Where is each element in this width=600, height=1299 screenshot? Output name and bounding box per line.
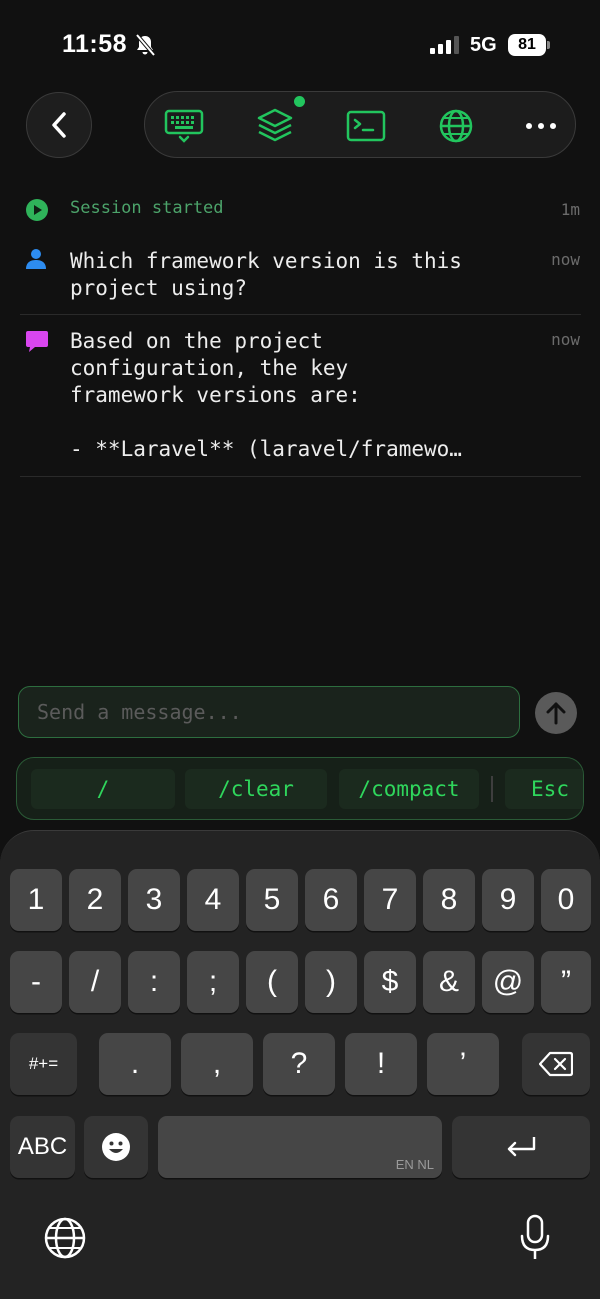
signal-icon (430, 36, 459, 54)
key-exclamation[interactable]: ! (345, 1033, 417, 1095)
chat-bubble-icon (26, 331, 48, 352)
key-5[interactable]: 5 (246, 869, 298, 931)
keyboard-button[interactable] (164, 106, 204, 146)
keyboard-icon (164, 109, 204, 143)
command-clear-button[interactable]: /clear (185, 769, 327, 809)
divider (20, 476, 581, 477)
key-slash[interactable]: / (69, 951, 121, 1013)
key-close-paren[interactable]: ) (305, 951, 357, 1013)
chevron-left-icon (52, 112, 66, 138)
key-symbols-toggle[interactable]: #+= (10, 1033, 77, 1095)
microphone-icon[interactable] (518, 1214, 552, 1262)
commands-separator (491, 776, 493, 802)
key-semicolon[interactable]: ; (187, 951, 239, 1013)
status-bar: 11:58 5G 81 (0, 0, 600, 90)
key-dollar[interactable]: $ (364, 951, 416, 1013)
key-3[interactable]: 3 (128, 869, 180, 931)
return-icon (507, 1137, 536, 1157)
key-1[interactable]: 1 (10, 869, 62, 931)
play-icon (26, 199, 48, 221)
key-period[interactable]: . (99, 1033, 171, 1095)
command-slash-button[interactable]: / (31, 769, 175, 809)
command-compact-button[interactable]: /compact (339, 769, 479, 809)
key-comma[interactable]: , (181, 1033, 253, 1095)
session-time: 1m (560, 200, 580, 219)
divider (20, 314, 581, 315)
key-quote[interactable]: ” (541, 951, 591, 1013)
key-backspace[interactable] (522, 1033, 590, 1095)
key-8[interactable]: 8 (423, 869, 475, 931)
key-space[interactable]: EN NL (158, 1116, 442, 1178)
notification-dot (294, 96, 305, 107)
message-input[interactable] (18, 686, 520, 738)
back-button[interactable] (26, 92, 92, 158)
key-hyphen[interactable]: - (10, 951, 62, 1013)
quick-commands-bar: / /clear /compact Esc (16, 757, 584, 820)
user-icon (26, 249, 46, 269)
key-ampersand[interactable]: & (423, 951, 475, 1013)
terminal-button[interactable] (346, 106, 386, 146)
message-time: now (551, 250, 580, 269)
more-icon (526, 123, 556, 129)
arrow-up-icon (546, 702, 566, 725)
command-esc-button[interactable]: Esc (505, 769, 583, 809)
key-apostrophe[interactable]: ’ (427, 1033, 499, 1095)
key-0[interactable]: 0 (541, 869, 591, 931)
key-abc[interactable]: ABC (10, 1116, 75, 1178)
globe-icon (439, 109, 473, 143)
toolbar (144, 91, 576, 158)
key-9[interactable]: 9 (482, 869, 534, 931)
keyboard: 1 2 3 4 5 6 7 8 9 0 - / : ; ( ) $ & @ ” … (0, 830, 600, 1299)
bell-muted-icon (135, 33, 156, 57)
key-2[interactable]: 2 (69, 869, 121, 931)
keyboard-language-label: EN NL (395, 1157, 434, 1172)
key-open-paren[interactable]: ( (246, 951, 298, 1013)
key-6[interactable]: 6 (305, 869, 357, 931)
send-button[interactable] (535, 692, 577, 734)
key-at[interactable]: @ (482, 951, 534, 1013)
battery-indicator: 81 (508, 34, 546, 56)
layers-icon (257, 108, 293, 142)
terminal-icon (346, 110, 386, 142)
battery-tip (547, 41, 550, 49)
message-text: Which framework version is this project … (70, 249, 462, 300)
key-4[interactable]: 4 (187, 869, 239, 931)
backspace-icon (539, 1051, 573, 1077)
session-status: Session started (70, 198, 224, 218)
message-text: Based on the project configuration, the … (70, 329, 462, 461)
key-emoji[interactable] (84, 1116, 148, 1178)
key-7[interactable]: 7 (364, 869, 416, 931)
globe-keyboard-icon[interactable] (43, 1216, 87, 1260)
more-button[interactable] (521, 106, 561, 146)
emoji-icon (102, 1133, 130, 1161)
key-question[interactable]: ? (263, 1033, 335, 1095)
key-colon[interactable]: : (128, 951, 180, 1013)
network-label: 5G (470, 34, 497, 56)
key-return[interactable] (452, 1116, 590, 1178)
status-time: 11:58 (62, 30, 128, 58)
layers-button[interactable] (255, 106, 295, 146)
globe-button[interactable] (436, 106, 476, 146)
message-time: now (551, 330, 580, 349)
